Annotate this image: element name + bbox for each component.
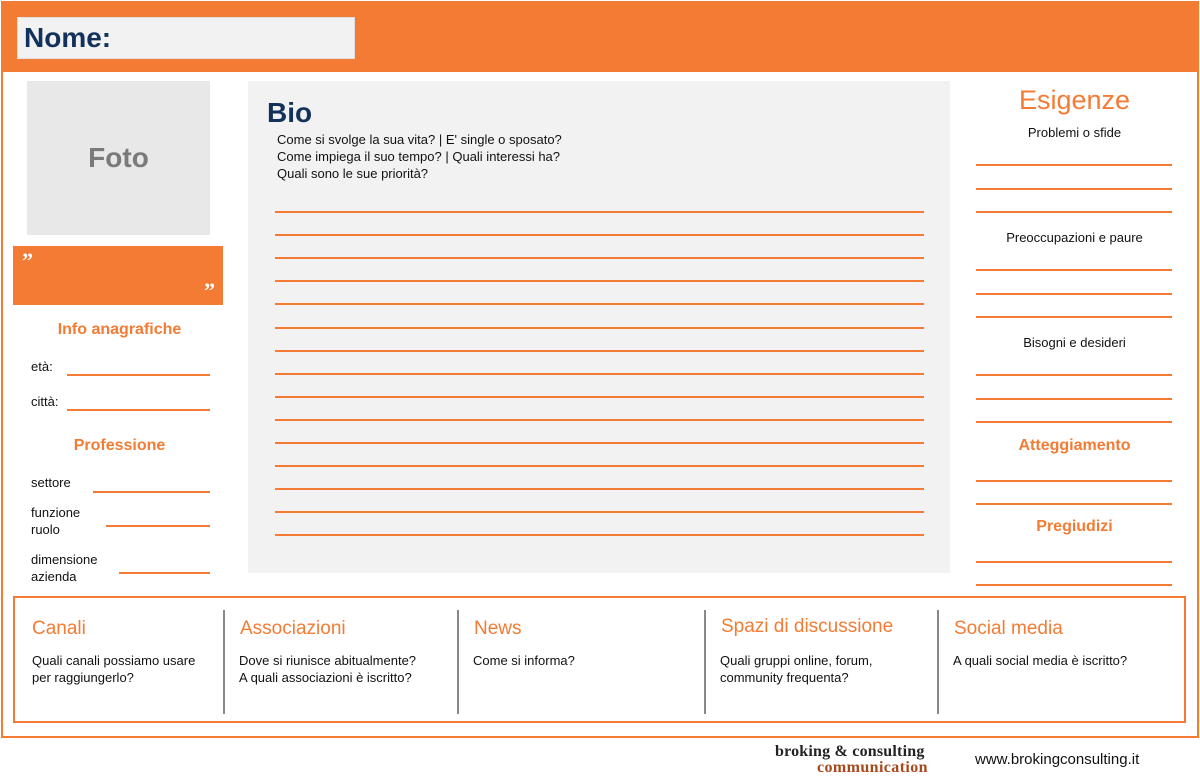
- associazioni-title: Associazioni: [240, 618, 346, 639]
- social-title: Social media: [954, 618, 1063, 639]
- problemi-line[interactable]: [976, 164, 1172, 166]
- atteggiamento-line[interactable]: [976, 503, 1172, 505]
- quote-close-icon: ”: [204, 278, 215, 303]
- bisogni-line[interactable]: [976, 374, 1172, 376]
- spazi-text: Quali gruppi online, forum, community fr…: [720, 653, 873, 685]
- column-divider: [704, 610, 706, 714]
- atteggiamento-title: Atteggiamento: [1018, 437, 1131, 454]
- logo-line-2: communication: [817, 759, 928, 776]
- bio-writing-line[interactable]: [275, 234, 924, 237]
- bio-writing-line[interactable]: [275, 280, 924, 283]
- bio-panel: Bio Come si svolge la sua vita? | E' sin…: [248, 81, 950, 573]
- pregiudizi-line[interactable]: [976, 561, 1172, 563]
- info-anagrafiche-title: Info anagrafiche: [57, 321, 182, 338]
- name-label: Nome:: [24, 22, 112, 53]
- funzione-input-line[interactable]: [106, 525, 210, 527]
- dimensione-label: dimensione azienda: [31, 552, 98, 584]
- settore-label: settore: [31, 475, 71, 490]
- website-link[interactable]: www.brokingconsulting.it: [975, 751, 1139, 768]
- preoccupazioni-line[interactable]: [976, 293, 1172, 295]
- bio-question: Come impiega il suo tempo? | Quali inter…: [277, 149, 561, 164]
- problemi-line[interactable]: [976, 188, 1172, 190]
- bio-writing-line[interactable]: [275, 534, 924, 537]
- photo-placeholder[interactable]: Foto: [27, 81, 210, 235]
- professione-title: Professione: [73, 437, 166, 454]
- quote-box[interactable]: ” ”: [13, 246, 223, 305]
- quote-open-icon: ”: [22, 248, 33, 273]
- bio-writing-line[interactable]: [275, 465, 924, 468]
- bio-writing-line[interactable]: [275, 326, 924, 329]
- bisogni-line[interactable]: [976, 398, 1172, 400]
- bio-writing-line[interactable]: [275, 488, 924, 491]
- preoccupazioni-line[interactable]: [976, 316, 1172, 318]
- canali-text: Quali canali possiamo usare per raggiung…: [32, 653, 196, 685]
- problemi-label: Problemi o sfide: [1027, 125, 1122, 140]
- news-text: Come si informa?: [473, 653, 575, 668]
- bio-writing-line[interactable]: [275, 511, 924, 514]
- dimensione-input-line[interactable]: [119, 572, 210, 574]
- pregiudizi-line[interactable]: [976, 584, 1172, 586]
- brand-logo: broking & consulting communication: [775, 743, 928, 776]
- bio-title: Bio: [267, 97, 313, 128]
- eta-input-line[interactable]: [67, 374, 210, 376]
- photo-label: Foto: [88, 142, 149, 173]
- social-text: A quali social media è iscritto?: [953, 653, 1128, 668]
- bio-question: Quali sono le sue priorità?: [277, 166, 429, 181]
- spazi-title: Spazi di discussione: [721, 616, 894, 637]
- citta-input-line[interactable]: [67, 409, 210, 411]
- bisogni-label: Bisogni e desideri: [1023, 335, 1126, 350]
- eta-label: età:: [31, 359, 53, 374]
- bio-writing-line[interactable]: [275, 418, 924, 421]
- atteggiamento-line[interactable]: [976, 480, 1172, 482]
- citta-label: città:: [31, 394, 59, 409]
- canali-title: Canali: [32, 618, 86, 639]
- preoccupazioni-label: Preoccupazioni e paure: [1006, 230, 1143, 245]
- bio-question: Come si svolge la sua vita? | E' single …: [277, 132, 562, 147]
- news-title: News: [474, 618, 522, 639]
- pregiudizi-title: Pregiudizi: [1036, 518, 1113, 535]
- header-bar: Nome:: [3, 3, 1197, 72]
- bio-writing-line[interactable]: [275, 372, 924, 375]
- column-divider: [223, 610, 225, 714]
- bio-writing-line[interactable]: [275, 257, 924, 260]
- channels-box: Canali Quali canali possiamo usare per r…: [13, 596, 1186, 723]
- funzione-label: funzione ruolo: [31, 505, 81, 537]
- preoccupazioni-line[interactable]: [976, 269, 1172, 271]
- bio-writing-line[interactable]: [275, 442, 924, 444]
- column-divider: [937, 610, 939, 714]
- associazioni-text: Dove si riunisce abitualmente? A quali a…: [239, 653, 417, 685]
- bio-writing-line[interactable]: [275, 395, 924, 398]
- problemi-line[interactable]: [976, 211, 1172, 213]
- column-divider: [457, 610, 459, 714]
- bio-writing-line[interactable]: [275, 349, 924, 352]
- bio-writing-line[interactable]: [275, 303, 924, 306]
- bisogni-line[interactable]: [976, 421, 1172, 423]
- name-field[interactable]: Nome:: [17, 17, 355, 59]
- settore-input-line[interactable]: [93, 491, 210, 493]
- esigenze-title: Esigenze: [1018, 85, 1131, 115]
- bio-writing-line[interactable]: [275, 211, 924, 213]
